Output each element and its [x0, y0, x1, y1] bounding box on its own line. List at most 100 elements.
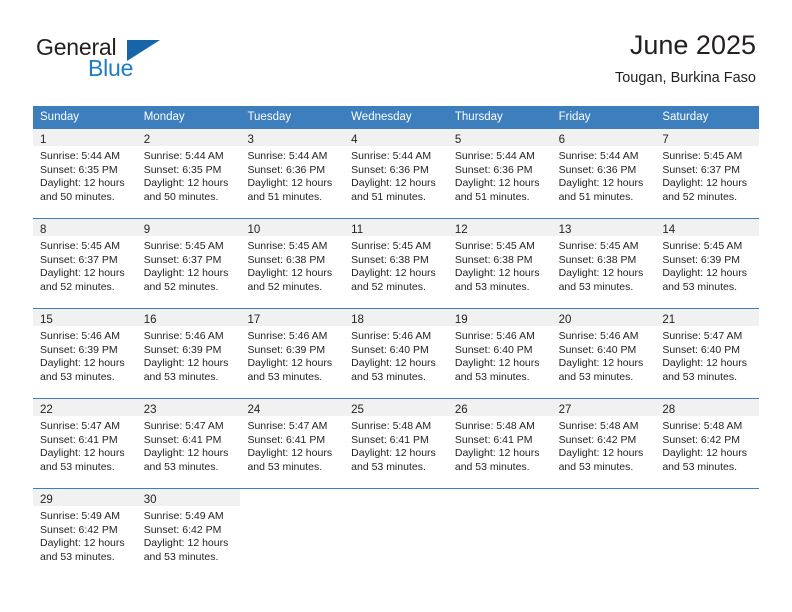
empty-band [344, 489, 448, 506]
sunset-text: Sunset: 6:40 PM [558, 343, 637, 356]
day-cell[interactable]: 23 Sunrise: 5:47 AM Sunset: 6:41 PM Dayl… [136, 399, 241, 488]
sunrise-text: Sunrise: 5:47 AM [662, 330, 743, 342]
day-number-band: 29 [33, 489, 137, 506]
daylight-text-line1: Daylight: 12 hours [247, 177, 333, 190]
daylight-text-line1: Daylight: 12 hours [40, 267, 125, 280]
day-cell[interactable]: 5 Sunrise: 5:44 AM Sunset: 6:36 PM Dayli… [447, 129, 552, 218]
day-cell[interactable]: 14 Sunrise: 5:45 AM Sunset: 6:39 PM Dayl… [655, 219, 760, 308]
daylight-text-line2: and 53 minutes. [558, 460, 634, 473]
day-number: 3 [247, 134, 254, 146]
day-number-band: 25 [344, 399, 448, 416]
sunrise-text: Sunrise: 5:44 AM [558, 150, 639, 162]
sunrise-text: Sunrise: 5:45 AM [454, 240, 535, 252]
general-blue-logo[interactable]: General Blue [36, 34, 196, 86]
sunset-text: Sunset: 6:42 PM [143, 523, 222, 536]
day-cell[interactable]: 29 Sunrise: 5:49 AM Sunset: 6:42 PM Dayl… [33, 489, 137, 578]
day-number-band: 8 [33, 219, 137, 236]
day-details: Sunrise: 5:44 AM Sunset: 6:36 PM Dayligh… [240, 146, 344, 210]
sunrise-text: Sunrise: 5:45 AM [247, 240, 328, 252]
day-cell[interactable]: 10 Sunrise: 5:45 AM Sunset: 6:38 PM Dayl… [240, 219, 345, 308]
daylight-text-line1: Daylight: 12 hours [662, 177, 747, 190]
title-block: June 2025 Tougan, Burkina Faso [615, 28, 756, 89]
day-cell[interactable]: 26 Sunrise: 5:48 AM Sunset: 6:41 PM Dayl… [447, 399, 552, 488]
daylight-text-line1: Daylight: 12 hours [351, 267, 436, 280]
sunrise-text: Sunrise: 5:45 AM [662, 150, 743, 162]
day-cell[interactable]: 15 Sunrise: 5:46 AM Sunset: 6:39 PM Dayl… [33, 309, 137, 398]
daylight-text-line2: and 51 minutes. [454, 190, 530, 203]
day-cell[interactable]: 27 Sunrise: 5:48 AM Sunset: 6:42 PM Dayl… [551, 399, 656, 488]
day-cell[interactable]: 6 Sunrise: 5:44 AM Sunset: 6:36 PM Dayli… [551, 129, 656, 218]
sunrise-text: Sunrise: 5:46 AM [351, 330, 432, 342]
day-cell[interactable]: 2 Sunrise: 5:44 AM Sunset: 6:35 PM Dayli… [136, 129, 241, 218]
weekday-header-friday: Friday [558, 111, 591, 123]
day-number-band: 1 [33, 129, 137, 146]
day-cell[interactable]: 1 Sunrise: 5:44 AM Sunset: 6:35 PM Dayli… [33, 129, 137, 218]
sunrise-text: Sunrise: 5:44 AM [247, 150, 328, 162]
day-cell[interactable]: 11 Sunrise: 5:45 AM Sunset: 6:38 PM Dayl… [344, 219, 448, 308]
day-details: Sunrise: 5:47 AM Sunset: 6:40 PM Dayligh… [655, 326, 759, 390]
daylight-text-line1: Daylight: 12 hours [143, 357, 229, 370]
weekday-header-monday: Monday [143, 111, 185, 123]
daylight-text-line2: and 53 minutes. [454, 280, 530, 293]
daylight-text-line2: and 51 minutes. [558, 190, 634, 203]
day-cell[interactable]: 24 Sunrise: 5:47 AM Sunset: 6:41 PM Dayl… [240, 399, 345, 488]
sunrise-text: Sunrise: 5:45 AM [351, 240, 432, 252]
day-details: Sunrise: 5:46 AM Sunset: 6:39 PM Dayligh… [137, 326, 241, 390]
sunset-text: Sunset: 6:36 PM [247, 163, 326, 176]
weekday-header-sunday: Sunday [40, 111, 80, 123]
day-cell[interactable]: 4 Sunrise: 5:44 AM Sunset: 6:36 PM Dayli… [344, 129, 448, 218]
page-header: General Blue June 2025 Tougan, Burkina F… [0, 0, 792, 102]
day-details: Sunrise: 5:49 AM Sunset: 6:42 PM Dayligh… [137, 506, 241, 570]
daylight-text-line1: Daylight: 12 hours [558, 357, 644, 370]
day-cell[interactable]: 19 Sunrise: 5:46 AM Sunset: 6:40 PM Dayl… [447, 309, 552, 398]
daylight-text-line1: Daylight: 12 hours [143, 447, 229, 460]
day-cell[interactable]: 12 Sunrise: 5:45 AM Sunset: 6:38 PM Dayl… [447, 219, 552, 308]
daylight-text-line2: and 52 minutes. [143, 280, 219, 293]
sunset-text: Sunset: 6:42 PM [40, 523, 118, 536]
sunset-text: Sunset: 6:41 PM [40, 433, 118, 446]
day-cell[interactable]: 20 Sunrise: 5:46 AM Sunset: 6:40 PM Dayl… [551, 309, 656, 398]
daylight-text-line1: Daylight: 12 hours [143, 177, 229, 190]
day-number: 13 [558, 224, 572, 236]
sunset-text: Sunset: 6:37 PM [143, 253, 222, 266]
day-cell[interactable]: 3 Sunrise: 5:44 AM Sunset: 6:36 PM Dayli… [240, 129, 345, 218]
daylight-text-line2: and 53 minutes. [143, 550, 219, 563]
sunrise-text: Sunrise: 5:44 AM [454, 150, 535, 162]
day-cell[interactable]: 18 Sunrise: 5:46 AM Sunset: 6:40 PM Dayl… [344, 309, 448, 398]
day-details: Sunrise: 5:46 AM Sunset: 6:40 PM Dayligh… [552, 326, 656, 390]
sunset-text: Sunset: 6:38 PM [247, 253, 326, 266]
day-cell[interactable]: 21 Sunrise: 5:47 AM Sunset: 6:40 PM Dayl… [655, 309, 760, 398]
daylight-text-line1: Daylight: 12 hours [247, 357, 333, 370]
day-details: Sunrise: 5:46 AM Sunset: 6:39 PM Dayligh… [240, 326, 344, 390]
day-cell[interactable]: 17 Sunrise: 5:46 AM Sunset: 6:39 PM Dayl… [240, 309, 345, 398]
day-number-band: 18 [344, 309, 448, 326]
day-cell[interactable]: 28 Sunrise: 5:48 AM Sunset: 6:42 PM Dayl… [655, 399, 760, 488]
day-cell[interactable]: 9 Sunrise: 5:45 AM Sunset: 6:37 PM Dayli… [136, 219, 241, 308]
day-cell[interactable]: 7 Sunrise: 5:45 AM Sunset: 6:37 PM Dayli… [655, 129, 760, 218]
daylight-text-line2: and 53 minutes. [558, 370, 634, 383]
day-number-band: 4 [344, 129, 448, 146]
sunset-text: Sunset: 6:40 PM [351, 343, 429, 356]
day-number: 12 [454, 224, 468, 236]
sunrise-text: Sunrise: 5:49 AM [40, 510, 120, 522]
day-cell[interactable]: 30 Sunrise: 5:49 AM Sunset: 6:42 PM Dayl… [136, 489, 241, 578]
day-cell[interactable]: 13 Sunrise: 5:45 AM Sunset: 6:38 PM Dayl… [551, 219, 656, 308]
day-details: Sunrise: 5:49 AM Sunset: 6:42 PM Dayligh… [33, 506, 137, 570]
sunset-text: Sunset: 6:37 PM [662, 163, 740, 176]
daylight-text-line2: and 53 minutes. [558, 280, 634, 293]
day-number: 15 [40, 314, 53, 326]
sunset-text: Sunset: 6:39 PM [662, 253, 740, 266]
daylight-text-line1: Daylight: 12 hours [454, 357, 540, 370]
sunset-text: Sunset: 6:38 PM [454, 253, 533, 266]
day-cell[interactable]: 8 Sunrise: 5:45 AM Sunset: 6:37 PM Dayli… [33, 219, 137, 308]
day-cell[interactable]: 22 Sunrise: 5:47 AM Sunset: 6:41 PM Dayl… [33, 399, 137, 488]
day-details: Sunrise: 5:45 AM Sunset: 6:38 PM Dayligh… [552, 236, 656, 300]
sunrise-text: Sunrise: 5:47 AM [143, 420, 224, 432]
sunset-text: Sunset: 6:40 PM [662, 343, 740, 356]
day-cell[interactable]: 25 Sunrise: 5:48 AM Sunset: 6:41 PM Dayl… [344, 399, 448, 488]
day-cell[interactable]: 16 Sunrise: 5:46 AM Sunset: 6:39 PM Dayl… [136, 309, 241, 398]
week-row: 29 Sunrise: 5:49 AM Sunset: 6:42 PM Dayl… [33, 488, 760, 578]
daylight-text-line1: Daylight: 12 hours [558, 177, 644, 190]
day-number-band: 14 [655, 219, 760, 236]
day-number-band: 24 [240, 399, 345, 416]
